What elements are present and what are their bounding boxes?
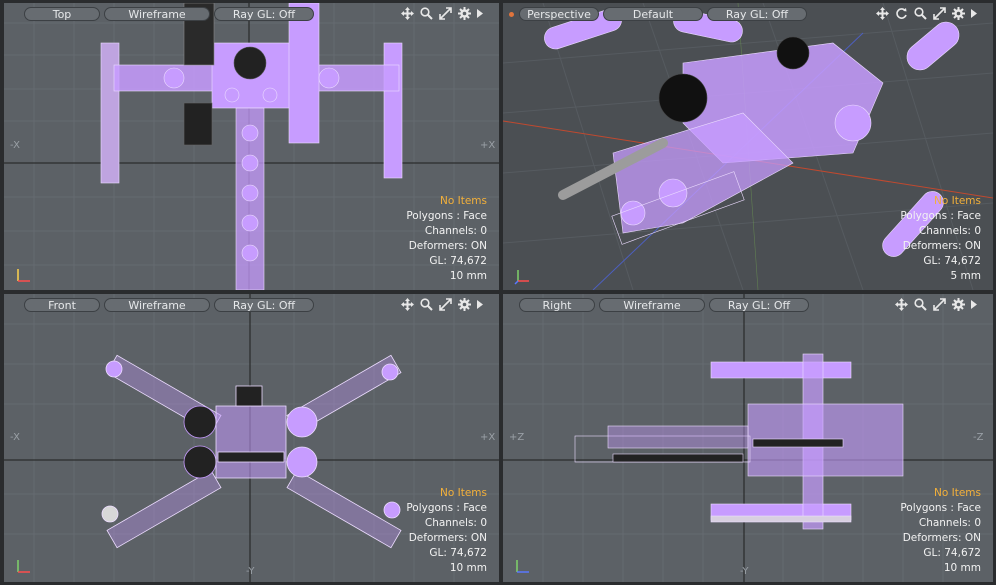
front-viewport-header: Front Wireframe Ray GL: Off bbox=[4, 294, 499, 314]
deformers-status: Deformers: ON bbox=[902, 532, 981, 544]
view-selector[interactable]: Right bbox=[519, 298, 595, 312]
deformers-status: Deformers: ON bbox=[408, 532, 487, 544]
channels-count: Channels: 0 bbox=[424, 517, 487, 529]
axis-label-right: +X bbox=[480, 432, 496, 443]
polygons-mode: Polygons : Face bbox=[900, 210, 981, 222]
axis-label-left: -X bbox=[10, 140, 20, 151]
grid-scale: 10 mm bbox=[943, 562, 981, 574]
view-selector[interactable]: Top bbox=[24, 7, 100, 21]
no-items-label: No Items bbox=[440, 195, 487, 207]
axis-gizmo-icon bbox=[17, 269, 30, 282]
shading-selector[interactable]: Default bbox=[603, 7, 703, 21]
front-model bbox=[101, 354, 402, 549]
no-items-label: No Items bbox=[934, 195, 981, 207]
move-icon[interactable] bbox=[893, 296, 910, 313]
raygl-toggle[interactable]: Ray GL: Off bbox=[709, 298, 809, 312]
view-selector[interactable]: Perspective bbox=[519, 7, 599, 21]
axis-label-left: -X bbox=[10, 432, 20, 443]
zoom-icon[interactable] bbox=[912, 296, 929, 313]
settings-icon[interactable] bbox=[950, 296, 967, 313]
raygl-toggle[interactable]: Ray GL: Off bbox=[214, 7, 314, 21]
deformers-status: Deformers: ON bbox=[408, 240, 487, 252]
channels-count: Channels: 0 bbox=[918, 225, 981, 237]
menu-arrow-icon[interactable] bbox=[475, 5, 485, 22]
raygl-toggle[interactable]: Ray GL: Off bbox=[214, 298, 314, 312]
gl-count: GL: 74,672 bbox=[429, 255, 487, 267]
move-icon[interactable] bbox=[399, 296, 416, 313]
shading-selector[interactable]: Wireframe bbox=[599, 298, 705, 312]
menu-arrow-icon[interactable] bbox=[969, 5, 979, 22]
axis-gizmo-icon bbox=[17, 560, 30, 573]
gl-count: GL: 74,672 bbox=[429, 547, 487, 559]
axis-label-right: +X bbox=[480, 140, 496, 151]
fit-icon[interactable] bbox=[931, 296, 948, 313]
no-items-label: No Items bbox=[934, 487, 981, 499]
viewport-front[interactable]: Front Wireframe Ray GL: Off -X +X -Y No … bbox=[4, 294, 499, 582]
move-icon[interactable] bbox=[874, 5, 891, 22]
shading-selector[interactable]: Wireframe bbox=[104, 298, 210, 312]
rotate-icon[interactable] bbox=[893, 5, 910, 22]
channels-count: Channels: 0 bbox=[424, 225, 487, 237]
top-model bbox=[100, 3, 403, 290]
settings-icon[interactable] bbox=[456, 5, 473, 22]
fit-icon[interactable] bbox=[931, 5, 948, 22]
gl-count: GL: 74,672 bbox=[923, 255, 981, 267]
view-selector[interactable]: Front bbox=[24, 298, 100, 312]
no-items-label: No Items bbox=[440, 487, 487, 499]
viewport-info: No Items Polygons : Face Channels: 0 Def… bbox=[406, 194, 487, 284]
viewport-info: No Items Polygons : Face Channels: 0 Def… bbox=[900, 486, 981, 576]
zoom-icon[interactable] bbox=[418, 5, 435, 22]
fit-icon[interactable] bbox=[437, 5, 454, 22]
viewport-info: No Items Polygons : Face Channels: 0 Def… bbox=[900, 194, 981, 284]
viewport-right[interactable]: Right Wireframe Ray GL: Off +Z -Z -Y No … bbox=[503, 294, 993, 582]
axis-gizmo-icon bbox=[514, 270, 529, 285]
shading-selector[interactable]: Wireframe bbox=[104, 7, 210, 21]
axis-label-left: +Z bbox=[509, 432, 525, 443]
deformers-status: Deformers: ON bbox=[902, 240, 981, 252]
viewport-perspective[interactable]: Perspective Default Ray GL: Off No Items… bbox=[503, 3, 993, 290]
gl-count: GL: 74,672 bbox=[923, 547, 981, 559]
axis-label-bottom: -Y bbox=[246, 566, 255, 577]
move-icon[interactable] bbox=[399, 5, 416, 22]
axis-label-right: -Z bbox=[973, 432, 984, 443]
perspective-viewport-header: Perspective Default Ray GL: Off bbox=[503, 3, 993, 23]
axis-gizmo-icon bbox=[516, 560, 529, 573]
raygl-toggle[interactable]: Ray GL: Off bbox=[707, 7, 807, 21]
fit-icon[interactable] bbox=[437, 296, 454, 313]
grid-scale: 10 mm bbox=[449, 562, 487, 574]
zoom-icon[interactable] bbox=[912, 5, 929, 22]
right-model bbox=[574, 353, 904, 530]
channels-count: Channels: 0 bbox=[918, 517, 981, 529]
settings-icon[interactable] bbox=[950, 5, 967, 22]
grid-scale: 5 mm bbox=[950, 270, 981, 282]
right-viewport-header: Right Wireframe Ray GL: Off bbox=[503, 294, 993, 314]
menu-arrow-icon[interactable] bbox=[475, 296, 485, 313]
grid-scale: 10 mm bbox=[449, 270, 487, 282]
polygons-mode: Polygons : Face bbox=[406, 502, 487, 514]
viewport-top[interactable]: Top Wireframe Ray GL: Off -X +X No Items… bbox=[4, 3, 499, 290]
zoom-icon[interactable] bbox=[418, 296, 435, 313]
axis-label-bottom: -Y bbox=[740, 566, 749, 577]
polygons-mode: Polygons : Face bbox=[406, 210, 487, 222]
menu-arrow-icon[interactable] bbox=[969, 296, 979, 313]
top-viewport-header: Top Wireframe Ray GL: Off bbox=[4, 3, 499, 23]
settings-icon[interactable] bbox=[456, 296, 473, 313]
viewport-info: No Items Polygons : Face Channels: 0 Def… bbox=[406, 486, 487, 576]
polygons-mode: Polygons : Face bbox=[900, 502, 981, 514]
